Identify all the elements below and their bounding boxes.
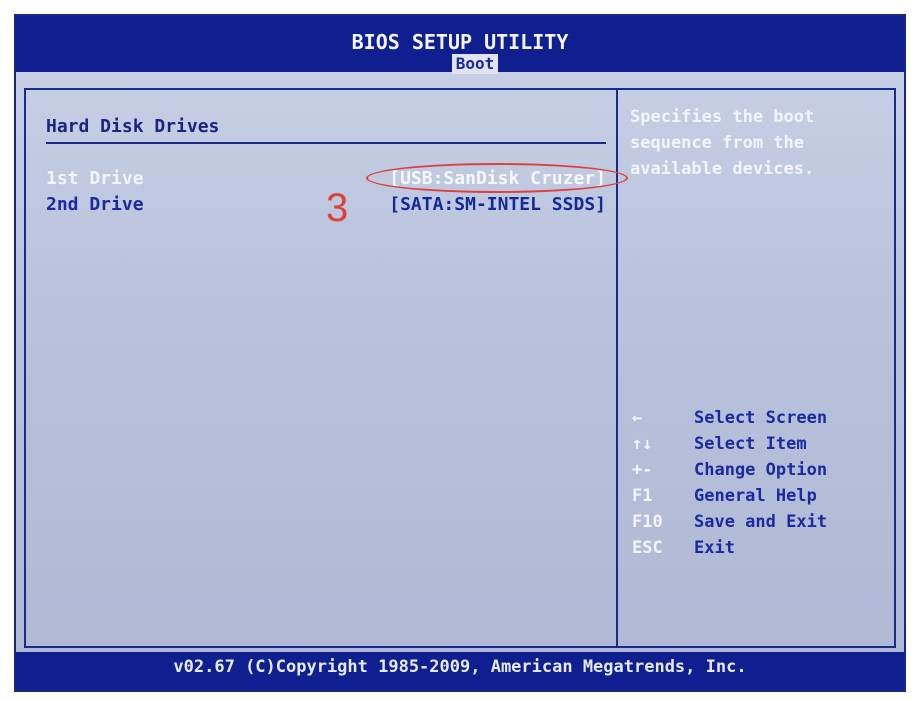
footer-copyright: v02.67 (C)Copyright 1985-2009, American …	[16, 652, 904, 690]
key-row-exit: ESC Exit	[632, 538, 882, 564]
settings-panel: Hard Disk Drives 1st Drive [USB:SanDisk …	[26, 90, 628, 646]
tab-boot[interactable]: Boot	[451, 54, 499, 74]
step-number-annotation: 3	[326, 186, 349, 230]
drive-label-1st: 1st Drive	[46, 168, 144, 189]
key-f10: F10	[632, 512, 663, 532]
section-divider	[46, 142, 606, 144]
help-panel: Specifies the boot sequence from the ava…	[618, 90, 894, 646]
drive-value-2nd[interactable]: [SATA:SM-INTEL SSDS]	[389, 194, 606, 215]
key-row-save-exit: F10 Save and Exit	[632, 512, 882, 538]
key-action: Exit	[694, 538, 735, 558]
key-action: Select Item	[694, 434, 807, 454]
key-action: Select Screen	[694, 408, 828, 428]
key-row-select-screen: ← Select Screen	[632, 408, 882, 434]
key-legend: ← Select Screen ↑↓ Select Item +- Change…	[632, 408, 882, 564]
bios-screen: BIOS SETUP UTILITY Boot Hard Disk Drives…	[14, 14, 906, 692]
tab-row: Boot	[16, 54, 904, 74]
key-row-change-option: +- Change Option	[632, 460, 882, 486]
app-title: BIOS SETUP UTILITY	[351, 30, 569, 54]
key-action: Change Option	[694, 460, 828, 480]
help-description: Specifies the boot sequence from the ava…	[630, 107, 815, 179]
key-row-general-help: F1 General Help	[632, 486, 882, 512]
left-arrow-icon: ←	[632, 408, 643, 428]
drive-label-2nd: 2nd Drive	[46, 194, 144, 215]
main-frame: Hard Disk Drives 1st Drive [USB:SanDisk …	[24, 88, 896, 648]
key-f1: F1	[632, 486, 653, 506]
up-down-arrows-icon: ↑↓	[632, 434, 653, 454]
key-row-select-item: ↑↓ Select Item	[632, 434, 882, 460]
key-esc: ESC	[632, 538, 663, 558]
title-bar: BIOS SETUP UTILITY Boot	[16, 16, 904, 74]
plus-minus-icon: +-	[632, 460, 653, 480]
highlight-circle	[366, 163, 628, 193]
section-title: Hard Disk Drives	[46, 116, 220, 137]
key-action: General Help	[694, 486, 817, 506]
key-action: Save and Exit	[694, 512, 828, 532]
